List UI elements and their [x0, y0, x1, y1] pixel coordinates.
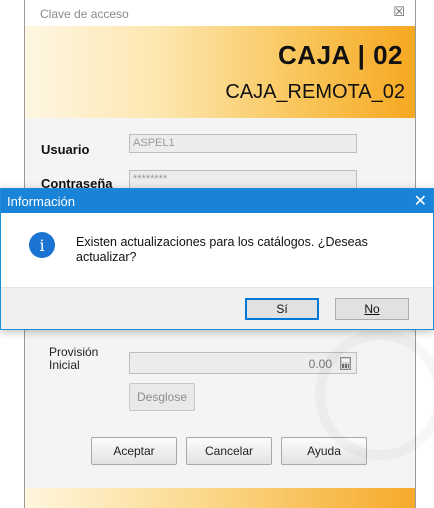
- close-icon[interactable]: ✕: [414, 191, 427, 211]
- aceptar-button[interactable]: Aceptar: [91, 437, 177, 465]
- provision-label-line2: Inicial: [49, 358, 80, 372]
- usuario-input[interactable]: ASPEL1: [129, 134, 357, 153]
- contrasena-input[interactable]: ********: [129, 170, 357, 189]
- informacion-dialog: Información ✕ i Existen actualizaciones …: [0, 188, 434, 330]
- si-label: Sí: [276, 302, 288, 316]
- caja-name: CAJA_REMOTA_02: [225, 81, 405, 103]
- cancelar-button[interactable]: Cancelar: [186, 437, 272, 465]
- login-titlebar: Clave de acceso ☒: [25, 0, 415, 26]
- close-icon[interactable]: ☒: [393, 4, 405, 20]
- message-text: Existen actualizaciones para los catálog…: [76, 235, 368, 264]
- no-button[interactable]: No: [335, 298, 409, 320]
- informacion-title: Información: [7, 194, 75, 209]
- no-label: No: [364, 302, 380, 316]
- login-title: Clave de acceso: [40, 7, 129, 21]
- message-footer: Sí No: [1, 287, 433, 329]
- si-button[interactable]: Sí: [245, 298, 319, 320]
- desglose-button[interactable]: Desglose: [129, 383, 195, 411]
- caja-number: CAJA | 02: [278, 40, 403, 70]
- usuario-label: Usuario: [41, 142, 90, 157]
- bottom-gradient-strip: [25, 488, 415, 508]
- caja-banner: CAJA | 02 CAJA_REMOTA_02: [25, 26, 415, 118]
- info-icon: i: [29, 232, 55, 258]
- watermark-emblem: [315, 330, 434, 460]
- informacion-titlebar: Información ✕: [1, 189, 433, 213]
- provision-label-line1: Provisión: [49, 345, 99, 359]
